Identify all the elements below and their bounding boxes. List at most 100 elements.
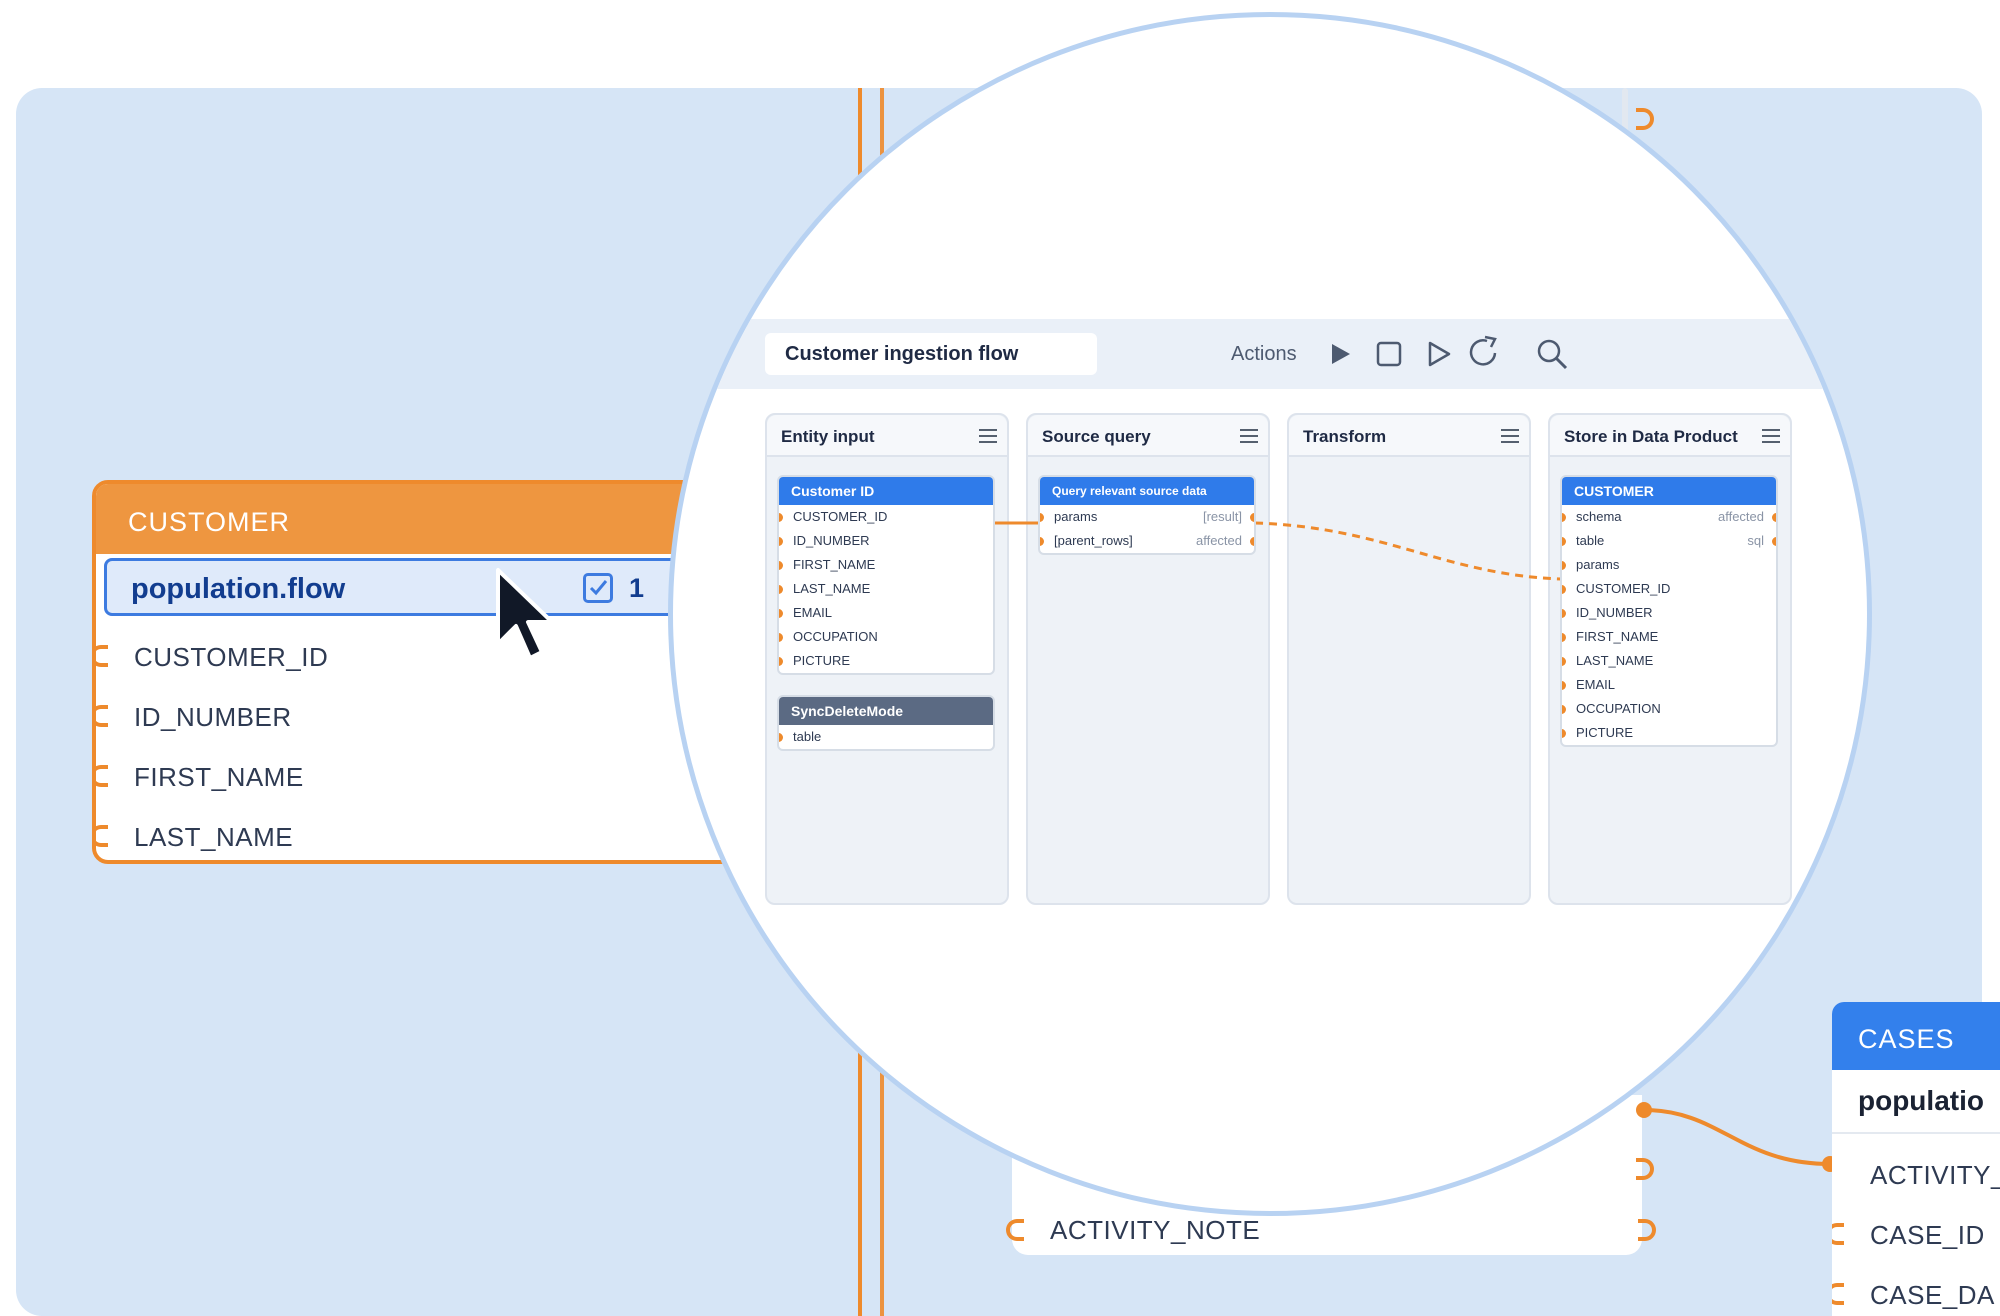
port-dot-icon[interactable] — [1562, 561, 1566, 570]
flow-name: populatio — [1858, 1085, 1984, 1116]
port-label: params — [1054, 509, 1098, 524]
column-header: Entity input — [767, 415, 1007, 457]
port-hook-icon — [1832, 1223, 1844, 1245]
field-label: CASE_ID — [1870, 1220, 1985, 1250]
node-port[interactable]: CUSTOMER_ID — [779, 505, 993, 529]
port-dot-icon[interactable] — [1562, 513, 1566, 522]
search-icon[interactable] — [1535, 337, 1569, 371]
port-hook-icon — [1006, 1219, 1024, 1241]
node-port[interactable]: ID_NUMBER — [779, 529, 993, 553]
checkbox-checked-icon[interactable] — [583, 573, 613, 603]
node-port[interactable]: LAST_NAME — [779, 577, 993, 601]
port-dot-icon[interactable] — [779, 537, 783, 546]
node-port[interactable]: PICTURE — [779, 649, 993, 673]
port-dot-icon[interactable] — [779, 561, 783, 570]
node-customer-id[interactable]: Customer ID CUSTOMER_ID ID_NUMBER FIRST_… — [777, 475, 995, 675]
port-dot-icon[interactable] — [1562, 705, 1566, 714]
port-label: [parent_rows] — [1054, 533, 1133, 548]
play-outline-icon[interactable] — [1425, 340, 1453, 368]
field-label: CASE_DA — [1870, 1280, 1995, 1310]
port-label: CUSTOMER_ID — [1576, 581, 1671, 596]
port-hook-icon — [96, 765, 108, 787]
column-transform: Transform — [1287, 413, 1531, 905]
port-dot-icon[interactable] — [1562, 537, 1566, 546]
node-port[interactable]: PICTURE — [1562, 721, 1776, 745]
port-label: CUSTOMER_ID — [793, 509, 888, 524]
port-dot-icon[interactable] — [1562, 729, 1566, 738]
population-flow-row[interactable]: population.flow 1 — [104, 558, 738, 616]
port-dot-icon[interactable] — [1772, 513, 1776, 522]
node-store-customer[interactable]: CUSTOMER schema affected table sql params … — [1560, 475, 1778, 747]
flow-name: population.flow — [131, 573, 346, 605]
port-hook-icon — [96, 705, 108, 727]
flow-title-field[interactable]: Customer ingestion flow — [765, 333, 1097, 375]
menu-icon[interactable] — [1240, 429, 1258, 443]
node-title: Customer ID — [779, 477, 993, 505]
node-port[interactable]: ID_NUMBER — [1562, 601, 1776, 625]
node-port[interactable]: params — [1562, 553, 1776, 577]
mouse-cursor-icon — [496, 568, 554, 660]
port-dot-icon[interactable] — [1562, 585, 1566, 594]
node-port[interactable]: LAST_NAME — [1562, 649, 1776, 673]
node-port[interactable]: table sql — [1562, 529, 1776, 553]
port-output-label: sql — [1747, 533, 1764, 548]
stop-icon[interactable] — [1375, 340, 1403, 368]
port-label: PICTURE — [793, 653, 851, 668]
port-hook-icon — [96, 825, 108, 847]
port-label: FIRST_NAME — [793, 557, 876, 572]
node-title: Query relevant source data — [1040, 477, 1254, 505]
port-dot-icon[interactable] — [1562, 609, 1566, 618]
customer-entity-card[interactable]: CUSTOMER population.flow 1 CUSTOMER_ID I… — [92, 480, 742, 864]
port-label: table — [793, 729, 822, 744]
port-dot-icon[interactable] — [1772, 537, 1776, 546]
actions-label: Actions — [1231, 343, 1297, 365]
port-dot-icon[interactable] — [1040, 537, 1044, 546]
port-dot-icon[interactable] — [779, 609, 783, 618]
port-dot-icon[interactable] — [779, 657, 783, 666]
play-filled-icon[interactable] — [1327, 341, 1353, 367]
port-dot-icon[interactable] — [1250, 537, 1254, 546]
rerun-icon[interactable] — [1465, 333, 1503, 371]
node-port[interactable]: FIRST_NAME — [1562, 625, 1776, 649]
node-port[interactable]: schema affected — [1562, 505, 1776, 529]
port-dot-icon[interactable] — [779, 733, 783, 742]
node-port[interactable]: FIRST_NAME — [779, 553, 993, 577]
port-dot-icon[interactable] — [779, 513, 783, 522]
column-title: Entity input — [781, 427, 875, 446]
port-dot-icon[interactable] — [1250, 513, 1254, 522]
node-port[interactable]: OCCUPATION — [1562, 697, 1776, 721]
node-sync-delete-mode[interactable]: SyncDeleteMode table — [777, 695, 995, 751]
port-label: ID_NUMBER — [793, 533, 870, 548]
node-port[interactable]: params [result] — [1040, 505, 1254, 529]
node-port[interactable]: [parent_rows] affected — [1040, 529, 1254, 553]
port-dot-icon[interactable] — [1562, 657, 1566, 666]
node-query-source-data[interactable]: Query relevant source data params [result… — [1038, 475, 1256, 555]
port-label: schema — [1576, 509, 1622, 524]
port-dot-icon[interactable] — [779, 633, 783, 642]
node-port[interactable]: table — [779, 725, 993, 749]
port-dot-icon[interactable] — [1562, 633, 1566, 642]
port-output-label: affected — [1717, 509, 1764, 524]
node-port[interactable]: OCCUPATION — [779, 625, 993, 649]
column-header: Store in Data Product — [1550, 415, 1790, 457]
port-hook-icon — [96, 645, 108, 667]
node-title: CUSTOMER — [1562, 477, 1776, 505]
node-port[interactable]: CUSTOMER_ID — [1562, 577, 1776, 601]
column-header: Source query — [1028, 415, 1268, 457]
port-dot-icon[interactable] — [779, 585, 783, 594]
port-dot-icon[interactable] — [1562, 681, 1566, 690]
node-port[interactable]: EMAIL — [1562, 673, 1776, 697]
port-label: EMAIL — [793, 605, 833, 620]
menu-icon[interactable] — [979, 429, 997, 443]
menu-icon[interactable] — [1501, 429, 1519, 443]
port-hook-icon — [1832, 1283, 1844, 1305]
port-label: FIRST_NAME — [1576, 629, 1659, 644]
column-title: Source query — [1042, 427, 1151, 446]
port-dot-icon[interactable] — [1040, 513, 1044, 522]
port-output-label: affected — [1195, 533, 1242, 548]
port-label: LAST_NAME — [1576, 653, 1654, 668]
port-label: table — [1576, 533, 1605, 548]
menu-icon[interactable] — [1762, 429, 1780, 443]
port-label: LAST_NAME — [793, 581, 871, 596]
node-port[interactable]: EMAIL — [779, 601, 993, 625]
